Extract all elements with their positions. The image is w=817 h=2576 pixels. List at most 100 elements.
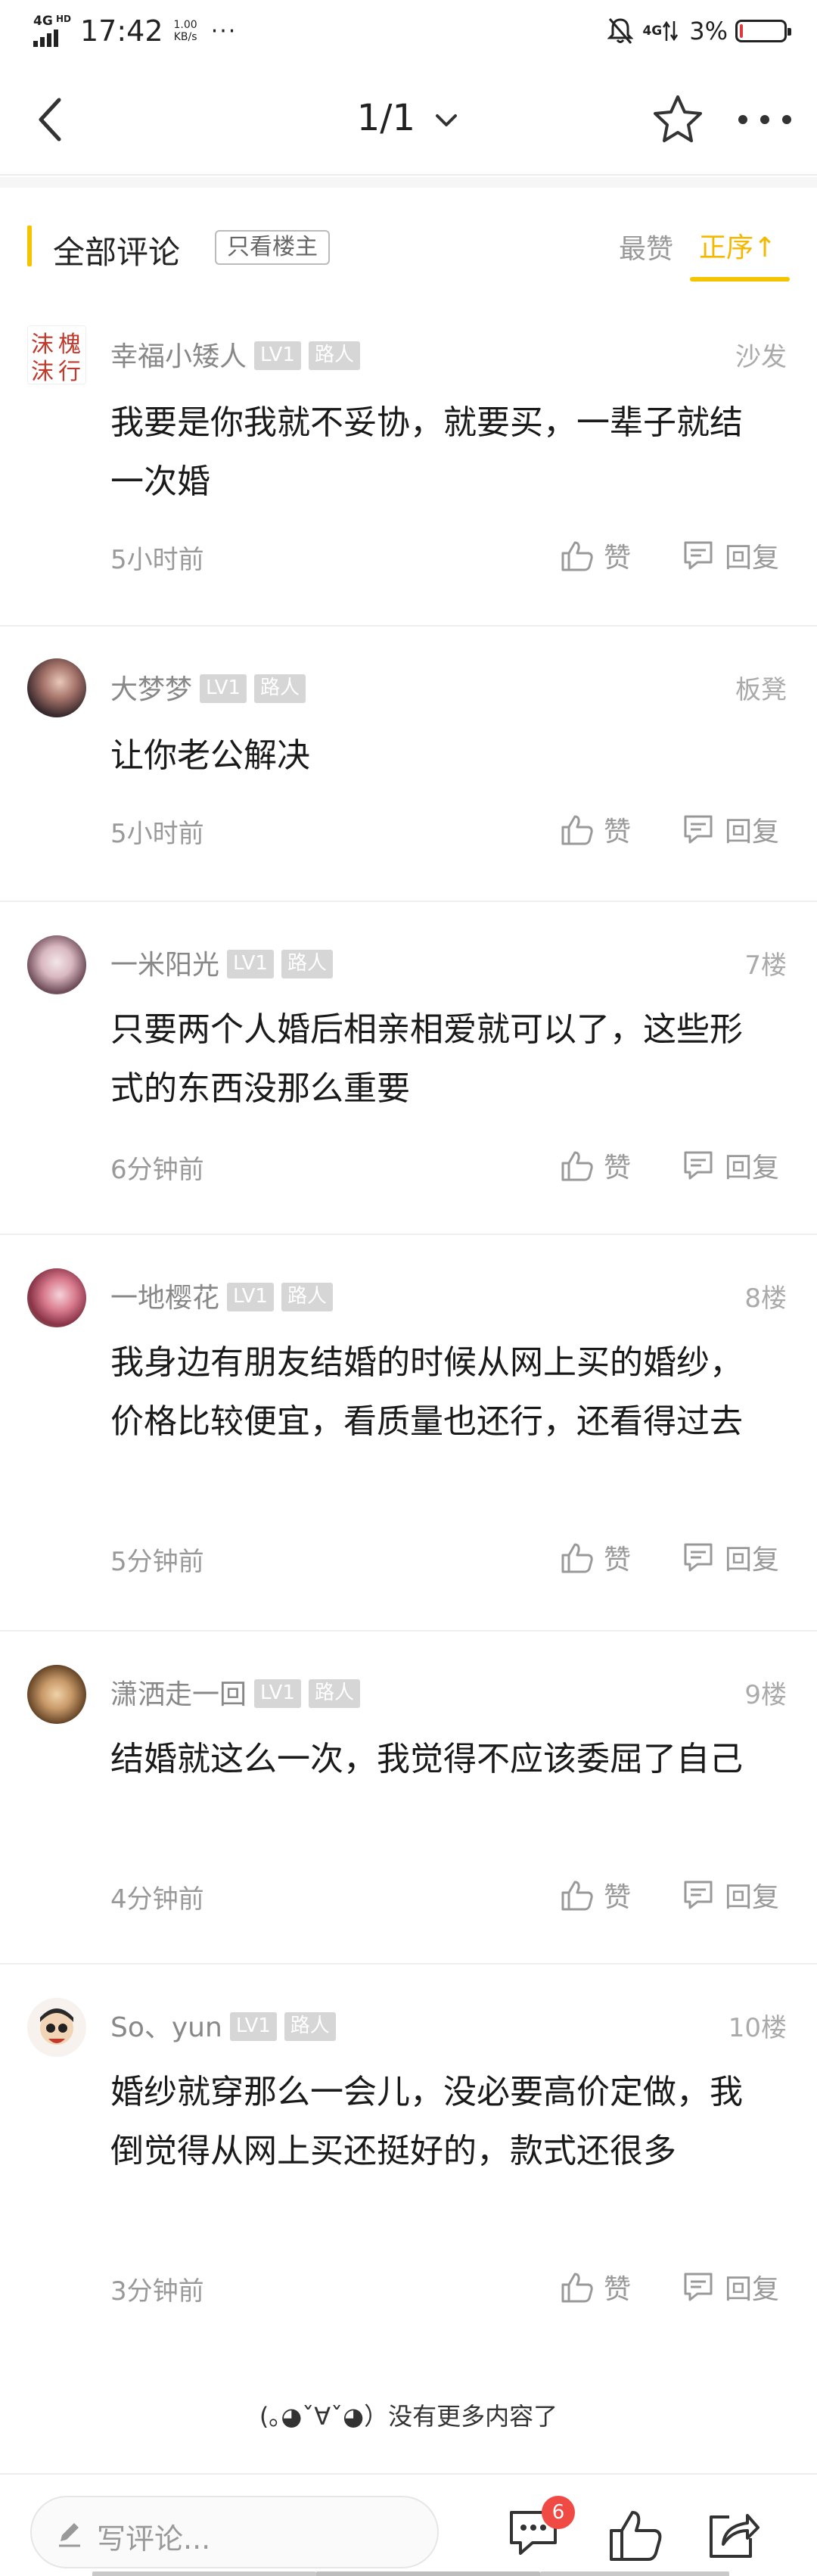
role-badge: 路人 — [281, 1283, 333, 1311]
level-badge: LV1 — [227, 950, 274, 978]
reply-label: 回复 — [725, 2274, 780, 2305]
network-speed: 1.00 KB/s — [174, 19, 197, 43]
comment-text[interactable]: 我身边有朋友结婚的时候从网上买的婚纱，价格比较便宜，看质量也还行，还看得过去 — [110, 1333, 753, 1451]
level-badge: LV1 — [227, 1283, 274, 1311]
comment-author[interactable]: 潇洒走一回 LV1 路人 — [110, 1672, 360, 1712]
comment-author[interactable]: 幸福小矮人 LV1 路人 — [110, 334, 360, 374]
like-button[interactable]: 赞 — [560, 810, 631, 849]
avatar[interactable] — [27, 935, 86, 994]
status-right: 4G 3% — [607, 17, 791, 45]
avatar[interactable] — [27, 1268, 86, 1327]
author-name: So、yun — [110, 2012, 222, 2043]
more-dots-icon — [738, 115, 791, 124]
comment-item: 一米阳光 LV1 路人 7楼 只要两个人婚后相亲相爱就可以了，这些形式的东西没那么重… — [0, 902, 817, 1235]
comment-time: 4分钟前 — [110, 1884, 204, 1915]
avatar[interactable]: 沫 槐 沫 行 — [27, 325, 86, 384]
comment-bubble-icon — [684, 541, 713, 570]
reply-button[interactable]: 回复 — [681, 536, 779, 575]
comment-author[interactable]: 一米阳光 LV1 路人 — [110, 943, 333, 982]
avatar[interactable] — [27, 1665, 86, 1724]
like-button[interactable]: 赞 — [560, 2267, 631, 2307]
comment-input[interactable]: 写评论... — [30, 2496, 439, 2568]
reply-button[interactable]: 回复 — [681, 1146, 779, 1185]
avatar-char: 行 — [58, 359, 81, 384]
thumbs-up-icon — [561, 2273, 593, 2303]
level-badge: LV1 — [254, 1679, 301, 1708]
comment-item: 大梦梦 LV1 路人 板凳 让你老公解决 5小时前 赞 回复 — [0, 627, 817, 902]
avatar[interactable] — [27, 1998, 86, 2057]
reply-label: 回复 — [725, 1882, 780, 1913]
reply-button[interactable]: 回复 — [681, 1538, 779, 1577]
like-button[interactable]: 赞 — [560, 1146, 631, 1185]
role-badge: 路人 — [284, 2012, 336, 2041]
section-accent-bar — [27, 226, 32, 266]
share-icon — [710, 2514, 760, 2558]
like-button[interactable]: 赞 — [560, 536, 631, 575]
notification-dots: ··· — [210, 17, 238, 45]
comment-author[interactable]: 一地樱花 LV1 路人 — [110, 1276, 333, 1315]
floor-label: 10楼 — [728, 2013, 787, 2043]
sort-order-tab[interactable]: 正序↑ — [699, 226, 776, 265]
battery-icon — [735, 20, 791, 42]
role-badge: 路人 — [281, 950, 333, 978]
like-button[interactable]: 赞 — [560, 1875, 631, 1915]
comment-bubble-icon — [684, 1151, 713, 1180]
favorite-button[interactable] — [648, 89, 708, 150]
more-button[interactable] — [731, 89, 799, 150]
comment-author[interactable]: 大梦梦 LV1 路人 — [110, 667, 306, 707]
status-bar: 4G HD 17:42 1.00 KB/s ··· 4G 3% — [0, 0, 817, 67]
network-speed-value: 1.00 — [173, 19, 197, 31]
reply-button[interactable]: 回复 — [681, 810, 779, 849]
floor-label: 沙发 — [735, 342, 787, 372]
avatar-char: 沫 — [31, 331, 54, 358]
author-name: 幸福小矮人 — [110, 341, 247, 372]
reply-label: 回复 — [725, 1545, 780, 1576]
comment-text[interactable]: 只要两个人婚后相亲相爱就可以了，这些形式的东西没那么重要 — [110, 1000, 753, 1118]
reply-button[interactable]: 回复 — [681, 2267, 779, 2307]
reply-label: 回复 — [725, 817, 780, 848]
avatar-char: 槐 — [58, 331, 81, 358]
avatar-image: 沫 槐 沫 行 — [28, 326, 85, 384]
like-label: 赞 — [604, 1545, 632, 1576]
thumbs-up-icon — [561, 541, 593, 571]
avatar-char: 沫 — [31, 359, 54, 384]
comment-time: 3分钟前 — [110, 2276, 204, 2307]
comment-time: 6分钟前 — [110, 1155, 204, 1185]
page-title: 1/1 — [356, 97, 415, 139]
comment-time: 5小时前 — [110, 545, 204, 575]
level-badge: LV1 — [200, 674, 247, 703]
role-badge: 路人 — [253, 674, 306, 703]
floor-label: 板凳 — [735, 675, 787, 705]
network-label: 4G — [33, 14, 53, 29]
comment-bubble-icon — [684, 2273, 713, 2301]
thumbs-up-icon — [561, 815, 593, 845]
like-label: 赞 — [604, 1153, 632, 1184]
comment-count-badge: 6 — [542, 2496, 575, 2529]
level-badge: LV1 — [229, 2012, 277, 2041]
comment-item: 一地樱花 LV1 路人 8楼 我身边有朋友结婚的时候从网上买的婚纱，价格比较便宜，看… — [0, 1235, 817, 1632]
reply-button[interactable]: 回复 — [681, 1875, 779, 1915]
avatar[interactable] — [27, 658, 86, 717]
mute-bell-icon — [607, 18, 634, 44]
comment-text[interactable]: 结婚就这么一次，我觉得不应该委屈了自己 — [110, 1730, 753, 1789]
author-name: 一地樱花 — [110, 1283, 220, 1314]
like-label: 赞 — [604, 543, 632, 574]
comment-text[interactable]: 我要是你我就不妥协，就要买，一辈子就结一次婚 — [110, 394, 753, 512]
thumbs-up-icon — [561, 1151, 593, 1181]
like-button[interactable]: 赞 — [560, 1538, 631, 1577]
comment-text[interactable]: 让你老公解决 — [110, 726, 753, 786]
clock: 17:42 — [80, 14, 163, 48]
avatar-image — [40, 2008, 73, 2045]
sort-hot-tab[interactable]: 最赞 — [619, 227, 673, 266]
floor-label: 8楼 — [744, 1283, 787, 1314]
network-speed-unit: KB/s — [173, 31, 197, 43]
battery-percent: 3% — [689, 17, 728, 45]
owner-only-button[interactable]: 只看楼主 — [215, 230, 330, 265]
status-left: 4G HD 17:42 1.00 KB/s ··· — [33, 14, 237, 48]
share-button[interactable] — [702, 2506, 763, 2564]
like-post-button[interactable] — [605, 2506, 666, 2564]
comment-text[interactable]: 婚纱就穿那么一会儿，没必要高价定做，我倒觉得从网上买还挺好的，款式还很多 — [110, 2063, 753, 2181]
like-label: 赞 — [604, 817, 632, 848]
comment-author[interactable]: So、yun LV1 路人 — [110, 2005, 336, 2045]
author-name: 一米阳光 — [110, 950, 220, 981]
